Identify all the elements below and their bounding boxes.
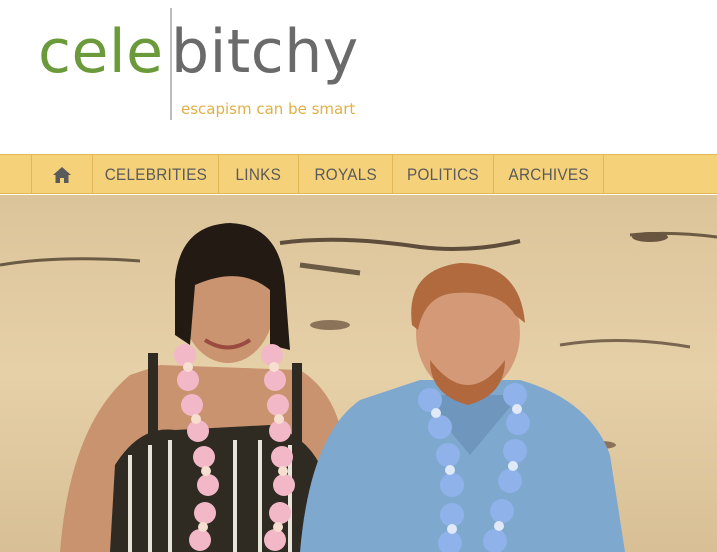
nav-item-politics[interactable]: POLITICS xyxy=(393,155,494,194)
logo-text-bitchy: bitchy xyxy=(171,17,359,87)
nav-items: CELEBRITIES LINKS ROYALS POLITICS ARCHIV… xyxy=(31,155,604,194)
site-logo[interactable]: cele bitchy escapism can be smart xyxy=(38,8,388,123)
nav-item-label: ROYALS xyxy=(314,164,377,184)
nav-item-royals[interactable]: ROYALS xyxy=(299,155,393,194)
logo-tagline: escapism can be smart xyxy=(181,100,356,118)
nav-item-archives[interactable]: ARCHIVES xyxy=(494,155,604,194)
logo-text-cele: cele xyxy=(38,17,164,87)
nav-item-celebrities[interactable]: CELEBRITIES xyxy=(93,155,219,194)
nav-item-label: ARCHIVES xyxy=(508,164,589,184)
nav-item-label: LINKS xyxy=(235,164,282,184)
nav-home[interactable] xyxy=(32,155,93,194)
home-icon xyxy=(53,166,71,183)
hero-photo xyxy=(0,195,717,552)
nav-item-label: POLITICS xyxy=(407,164,479,184)
main-nav: CELEBRITIES LINKS ROYALS POLITICS ARCHIV… xyxy=(0,154,717,194)
nav-item-links[interactable]: LINKS xyxy=(219,155,299,194)
site-header: cele bitchy escapism can be smart xyxy=(0,0,717,154)
nav-item-label: CELEBRITIES xyxy=(104,164,207,184)
hero-image[interactable] xyxy=(0,195,717,552)
